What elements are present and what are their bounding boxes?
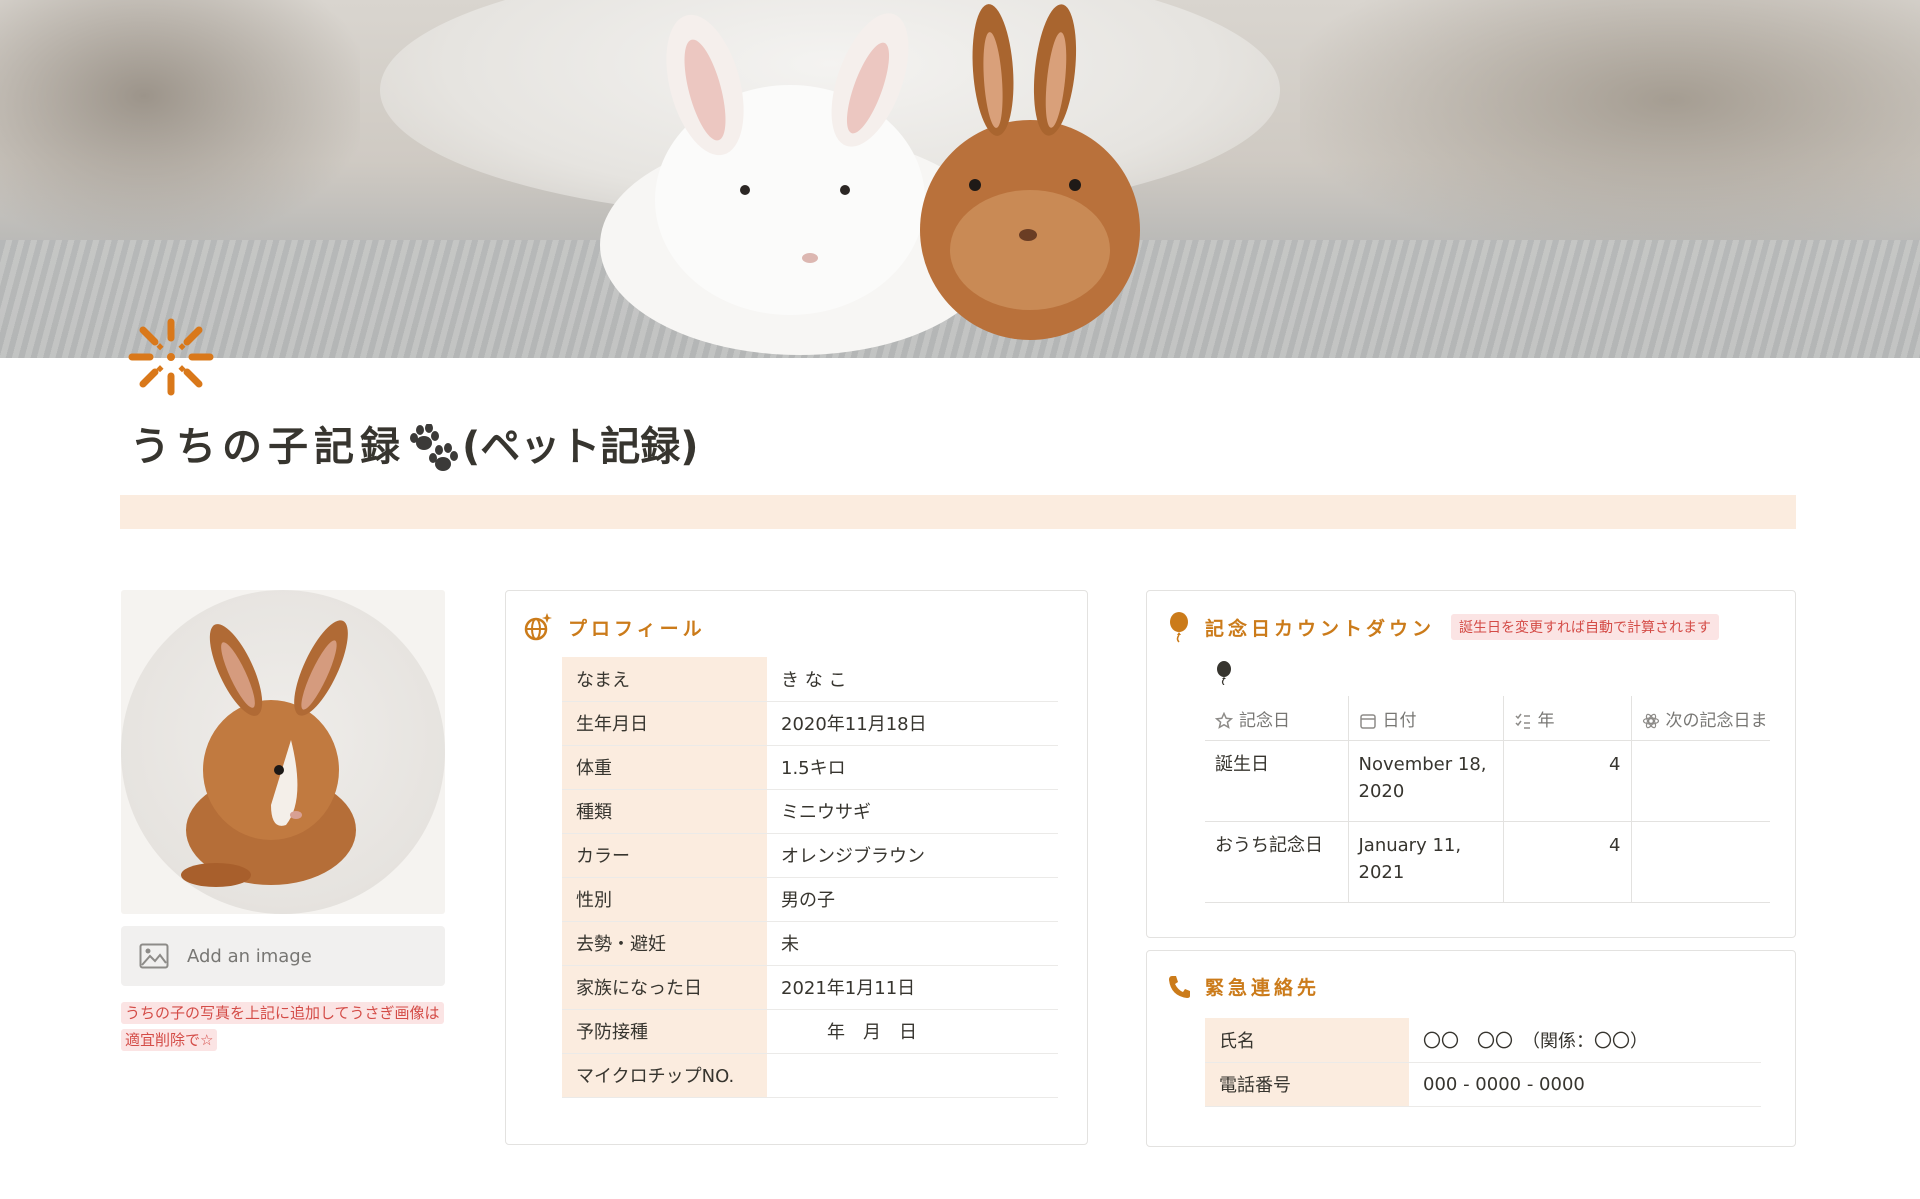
profile-title: プロフィール (568, 617, 706, 640)
profile-value[interactable]: き な こ (767, 657, 1058, 702)
profile-table: なまえき な こ生年月日 2020年11月18日 体重 1.5キロ 種類 ミニウサギ カラー… (562, 657, 1058, 1098)
profile-value[interactable]: 1.5キロ (767, 745, 1058, 790)
profile-value[interactable]: 男の子 (767, 877, 1058, 922)
countdown-card: 記念日カウントダウン 誕生日を変更すれば自動で計算されます 記念日 日付 年 次… (1146, 590, 1796, 938)
balloon-icon (1170, 612, 1188, 643)
profile-card: プロフィール なまえき な こ生年月日 2020年11月18日 体重 1.5キロ 種類ミ… (505, 590, 1088, 1145)
paw-prints-icon (410, 424, 458, 471)
formula-icon (1642, 713, 1659, 728)
profile-key: なまえ (562, 657, 767, 702)
profile-key: 体重 (562, 745, 767, 790)
emergency-table: 氏名 〇〇 〇〇 （関係：〇〇） 電話番号 000 - 0000 - 0000 (1205, 1018, 1761, 1107)
profile-value[interactable]: 年 月 日 (767, 1009, 1058, 1054)
phone-icon (1169, 975, 1190, 998)
emergency-value[interactable]: 000 - 0000 - 0000 (1409, 1062, 1761, 1107)
column-label: 日付 (1382, 710, 1417, 731)
table-row[interactable]: マイクロチップNO. (562, 1053, 1058, 1098)
table-row[interactable]: おうち記念日 January 11, 2021 4 (1205, 821, 1770, 903)
header-banner (120, 495, 1796, 529)
image-icon (139, 943, 169, 969)
column-label: 記念日 (1239, 710, 1290, 731)
add-image-button[interactable]: Add an image (121, 926, 445, 986)
column-label: 次の記念日ま (1665, 710, 1768, 731)
add-image-label: Add an image (187, 945, 312, 967)
column-header-date[interactable]: 日付 (1348, 696, 1504, 741)
profile-value[interactable]: 2020年11月18日 (767, 701, 1058, 746)
profile-key: 去勢・避妊 (562, 921, 767, 966)
balloon-icon (1217, 661, 1231, 685)
column-header-years[interactable]: 年 (1503, 696, 1632, 741)
table-row[interactable]: 電話番号 000 - 0000 - 0000 (1205, 1062, 1761, 1107)
table-row[interactable]: 種類 ミニウサギ (562, 789, 1058, 834)
countdown-title: 記念日カウントダウン (1205, 617, 1436, 640)
auto-calc-tag: 誕生日を変更すれば自動で計算されます (1451, 614, 1720, 640)
cell-years[interactable]: 4 (1503, 740, 1632, 822)
emergency-title: 緊急連絡先 (1205, 977, 1321, 999)
table-row[interactable]: 性別 男の子 (562, 877, 1058, 922)
profile-value[interactable]: 未 (767, 921, 1058, 966)
pet-photo[interactable] (121, 590, 445, 914)
globe-sparkle-icon (524, 613, 552, 641)
table-row[interactable]: カラー オレンジブラウン (562, 833, 1058, 878)
emergency-value[interactable]: 〇〇 〇〇 （関係：〇〇） (1409, 1018, 1761, 1063)
table-row[interactable]: 家族になった日 2021年1月11日 (562, 965, 1058, 1010)
profile-key: 生年月日 (562, 701, 767, 746)
profile-value[interactable]: ミニウサギ (767, 789, 1058, 834)
table-row[interactable]: 予防接種年 月 日 (562, 1009, 1058, 1054)
emergency-key: 氏名 (1205, 1018, 1409, 1063)
profile-key: 性別 (562, 877, 767, 922)
photo-note: うちの子の写真を上記に追加してうさぎ画像は適宜削除で☆ (121, 1000, 451, 1054)
emergency-card: 緊急連絡先 氏名 〇〇 〇〇 （関係：〇〇） 電話番号 000 - 0000 -… (1146, 950, 1796, 1147)
calendar-icon (1359, 713, 1376, 729)
sparkle-page-icon[interactable] (128, 318, 214, 396)
cell-date[interactable]: November 18, 2020 (1348, 740, 1504, 822)
cell-name[interactable]: 誕生日 (1205, 740, 1349, 822)
profile-key: 家族になった日 (562, 965, 767, 1010)
cell-next[interactable] (1631, 740, 1770, 822)
table-row[interactable]: 氏名 〇〇 〇〇 （関係：〇〇） (1205, 1018, 1761, 1063)
table-row[interactable]: 誕生日 November 18, 2020 4 (1205, 740, 1770, 822)
profile-key: カラー (562, 833, 767, 878)
cell-date[interactable]: January 11, 2021 (1348, 821, 1504, 903)
profile-key: 種類 (562, 789, 767, 834)
profile-value[interactable]: オレンジブラウン (767, 833, 1058, 878)
page-title-suffix: (ペット記録) (462, 424, 699, 470)
cell-years[interactable]: 4 (1503, 821, 1632, 903)
table-row[interactable]: 体重 1.5キロ (562, 745, 1058, 790)
table-row[interactable]: 去勢・避妊未 (562, 921, 1058, 966)
profile-key: マイクロチップNO. (562, 1053, 767, 1098)
column-header-next[interactable]: 次の記念日ま (1631, 696, 1770, 741)
cell-name[interactable]: おうち記念日 (1205, 821, 1349, 903)
cell-next[interactable] (1631, 821, 1770, 903)
page-title[interactable]: うちの子記録 (ペット記録) (130, 414, 699, 474)
profile-key: 予防接種 (562, 1009, 767, 1054)
column-header-name[interactable]: 記念日 (1205, 696, 1349, 741)
rabbits-photo (600, 4, 1140, 355)
page-title-text: うちの子記録 (130, 424, 406, 470)
profile-value[interactable] (767, 1053, 1058, 1098)
column-label: 年 (1537, 710, 1555, 731)
countdown-table: 記念日 日付 年 次の記念日ま 誕生日 November 18, 2020 4 … (1205, 696, 1770, 903)
profile-value[interactable]: 2021年1月11日 (767, 965, 1058, 1010)
table-row[interactable]: 生年月日 2020年11月18日 (562, 701, 1058, 746)
checklist-icon (1514, 713, 1530, 729)
photo-note-text: うちの子の写真を上記に追加してうさぎ画像は適宜削除で☆ (121, 1002, 444, 1051)
table-row[interactable]: なまえき な こ (562, 657, 1058, 702)
cover-image (0, 0, 1920, 358)
emergency-key: 電話番号 (1205, 1062, 1409, 1107)
rabbit-photo (181, 620, 356, 887)
star-icon (1215, 711, 1233, 729)
